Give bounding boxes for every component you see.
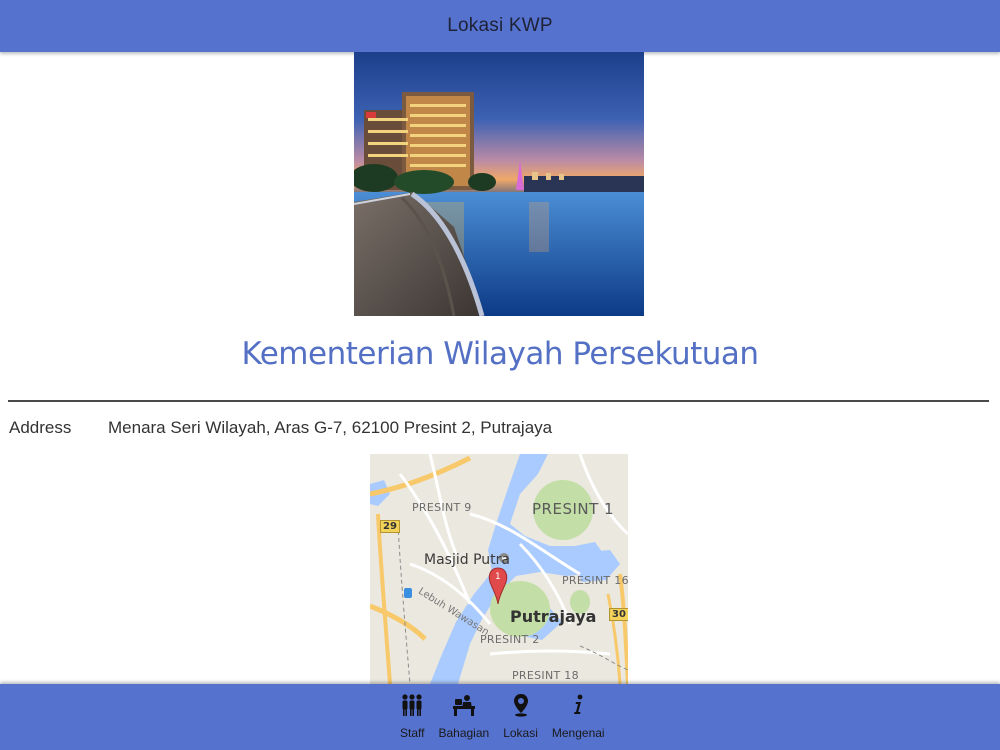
map-label-masjid: Masjid Putra <box>424 552 510 568</box>
top-app-bar: Lokasi KWP <box>0 0 1000 52</box>
nav-bahagian[interactable]: Bahagian <box>438 690 489 740</box>
nav-mengenai-label: Mengenai <box>551 726 605 740</box>
staff-icon <box>401 690 423 720</box>
map-label-presint16: PRESINT 16 <box>562 574 628 587</box>
location-map[interactable]: PRESINT 9 PRESINT 1 Masjid Putra PRESINT… <box>370 454 628 684</box>
info-icon <box>571 690 585 720</box>
building-photo <box>354 52 644 316</box>
map-label-presint2: PRESINT 2 <box>480 633 540 646</box>
nav-bahagian-label: Bahagian <box>438 726 490 740</box>
nav-lokasi-label: Lokasi <box>503 726 538 740</box>
location-icon <box>513 690 529 720</box>
map-marker-label[interactable]: 1 <box>495 572 501 582</box>
map-label-city: Putrajaya <box>510 607 597 626</box>
map-label-presint9: PRESINT 9 <box>412 501 472 514</box>
address-value: Menara Seri Wilayah, Aras G-7, 62100 Pre… <box>108 418 553 437</box>
nav-lokasi[interactable]: Lokasi <box>503 690 538 740</box>
division-icon <box>452 690 476 720</box>
organization-name: Kementerian Wilayah Persekutuan <box>241 336 759 372</box>
map-label-presint18: PRESINT 18 <box>512 669 579 682</box>
nav-staff[interactable]: Staff <box>400 690 424 740</box>
address-label: Address <box>9 418 72 437</box>
map-route-shield-30: 30 <box>609 608 628 621</box>
nav-mengenai[interactable]: Mengenai <box>552 690 605 740</box>
main-content[interactable]: Kementerian Wilayah Persekutuan Address … <box>0 52 1000 684</box>
nav-staff-label: Staff <box>400 726 425 740</box>
page-title: Lokasi KWP <box>447 15 553 36</box>
section-divider <box>8 400 989 402</box>
map-route-shield-29: 29 <box>380 520 400 533</box>
bottom-navigation: Staff Bahagian Lokasi Mengenai <box>0 684 1000 750</box>
map-label-presint1: PRESINT 1 <box>532 500 615 518</box>
